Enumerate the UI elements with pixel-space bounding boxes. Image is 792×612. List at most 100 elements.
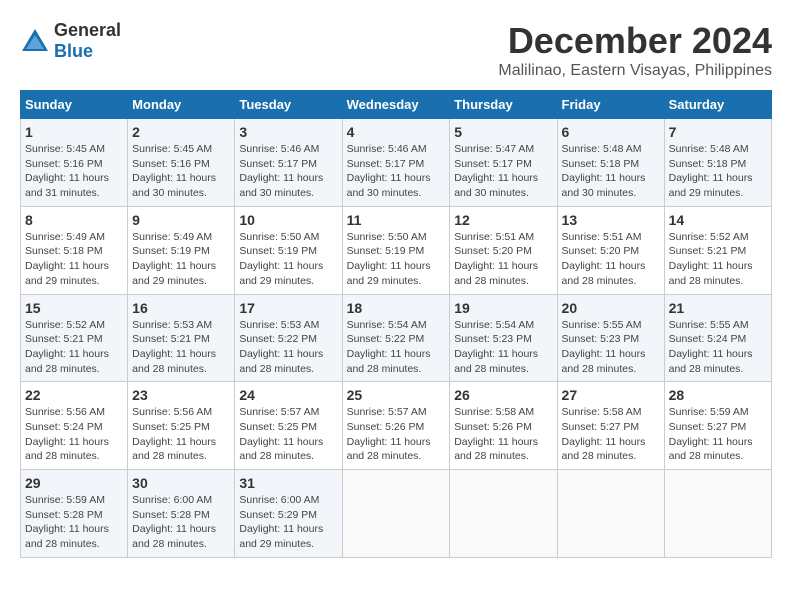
- calendar-cell: 13 Sunrise: 5:51 AMSunset: 5:20 PMDaylig…: [557, 206, 664, 294]
- calendar-cell: 12 Sunrise: 5:51 AMSunset: 5:20 PMDaylig…: [450, 206, 557, 294]
- calendar-cell: 31 Sunrise: 6:00 AMSunset: 5:29 PMDaylig…: [235, 470, 342, 558]
- day-info: Sunrise: 5:56 AMSunset: 5:24 PMDaylight:…: [25, 406, 109, 462]
- logo-blue: Blue: [54, 41, 93, 61]
- calendar-cell: 24 Sunrise: 5:57 AMSunset: 5:25 PMDaylig…: [235, 382, 342, 470]
- day-number: 11: [347, 212, 446, 228]
- calendar-cell: [342, 470, 450, 558]
- calendar-cell: 1 Sunrise: 5:45 AMSunset: 5:16 PMDayligh…: [21, 119, 128, 207]
- day-number: 1: [25, 124, 123, 140]
- header-wednesday: Wednesday: [342, 91, 450, 119]
- header-monday: Monday: [128, 91, 235, 119]
- day-number: 8: [25, 212, 123, 228]
- header-sunday: Sunday: [21, 91, 128, 119]
- day-info: Sunrise: 5:58 AMSunset: 5:27 PMDaylight:…: [562, 406, 646, 462]
- title-area: December 2024 Malilinao, Eastern Visayas…: [498, 20, 772, 80]
- day-info: Sunrise: 5:58 AMSunset: 5:26 PMDaylight:…: [454, 406, 538, 462]
- calendar-cell: 22 Sunrise: 5:56 AMSunset: 5:24 PMDaylig…: [21, 382, 128, 470]
- day-number: 27: [562, 387, 660, 403]
- day-info: Sunrise: 5:56 AMSunset: 5:25 PMDaylight:…: [132, 406, 216, 462]
- day-info: Sunrise: 5:51 AMSunset: 5:20 PMDaylight:…: [454, 231, 538, 287]
- day-info: Sunrise: 5:55 AMSunset: 5:23 PMDaylight:…: [562, 319, 646, 375]
- week-row-1: 1 Sunrise: 5:45 AMSunset: 5:16 PMDayligh…: [21, 119, 772, 207]
- calendar-cell: 5 Sunrise: 5:47 AMSunset: 5:17 PMDayligh…: [450, 119, 557, 207]
- header: General Blue December 2024 Malilinao, Ea…: [20, 20, 772, 80]
- calendar-cell: 26 Sunrise: 5:58 AMSunset: 5:26 PMDaylig…: [450, 382, 557, 470]
- calendar-table: SundayMondayTuesdayWednesdayThursdayFrid…: [20, 90, 772, 558]
- week-row-5: 29 Sunrise: 5:59 AMSunset: 5:28 PMDaylig…: [21, 470, 772, 558]
- calendar-cell: 21 Sunrise: 5:55 AMSunset: 5:24 PMDaylig…: [664, 294, 771, 382]
- day-info: Sunrise: 6:00 AMSunset: 5:29 PMDaylight:…: [239, 494, 323, 550]
- calendar-cell: 2 Sunrise: 5:45 AMSunset: 5:16 PMDayligh…: [128, 119, 235, 207]
- day-info: Sunrise: 5:53 AMSunset: 5:21 PMDaylight:…: [132, 319, 216, 375]
- calendar-cell: [557, 470, 664, 558]
- calendar-cell: 3 Sunrise: 5:46 AMSunset: 5:17 PMDayligh…: [235, 119, 342, 207]
- day-info: Sunrise: 5:51 AMSunset: 5:20 PMDaylight:…: [562, 231, 646, 287]
- week-row-4: 22 Sunrise: 5:56 AMSunset: 5:24 PMDaylig…: [21, 382, 772, 470]
- day-number: 22: [25, 387, 123, 403]
- calendar-cell: 9 Sunrise: 5:49 AMSunset: 5:19 PMDayligh…: [128, 206, 235, 294]
- calendar-cell: 11 Sunrise: 5:50 AMSunset: 5:19 PMDaylig…: [342, 206, 450, 294]
- day-number: 15: [25, 300, 123, 316]
- day-info: Sunrise: 5:49 AMSunset: 5:19 PMDaylight:…: [132, 231, 216, 287]
- week-row-2: 8 Sunrise: 5:49 AMSunset: 5:18 PMDayligh…: [21, 206, 772, 294]
- day-info: Sunrise: 5:46 AMSunset: 5:17 PMDaylight:…: [347, 143, 431, 199]
- day-info: Sunrise: 5:47 AMSunset: 5:17 PMDaylight:…: [454, 143, 538, 199]
- calendar-cell: 16 Sunrise: 5:53 AMSunset: 5:21 PMDaylig…: [128, 294, 235, 382]
- day-info: Sunrise: 5:57 AMSunset: 5:26 PMDaylight:…: [347, 406, 431, 462]
- logo-general: General: [54, 20, 121, 40]
- day-info: Sunrise: 5:53 AMSunset: 5:22 PMDaylight:…: [239, 319, 323, 375]
- day-number: 14: [669, 212, 767, 228]
- calendar-cell: 20 Sunrise: 5:55 AMSunset: 5:23 PMDaylig…: [557, 294, 664, 382]
- calendar-cell: 18 Sunrise: 5:54 AMSunset: 5:22 PMDaylig…: [342, 294, 450, 382]
- header-row: SundayMondayTuesdayWednesdayThursdayFrid…: [21, 91, 772, 119]
- calendar-cell: 8 Sunrise: 5:49 AMSunset: 5:18 PMDayligh…: [21, 206, 128, 294]
- day-number: 17: [239, 300, 337, 316]
- calendar-cell: 27 Sunrise: 5:58 AMSunset: 5:27 PMDaylig…: [557, 382, 664, 470]
- day-info: Sunrise: 5:59 AMSunset: 5:28 PMDaylight:…: [25, 494, 109, 550]
- day-number: 3: [239, 124, 337, 140]
- calendar-cell: 6 Sunrise: 5:48 AMSunset: 5:18 PMDayligh…: [557, 119, 664, 207]
- day-number: 13: [562, 212, 660, 228]
- day-number: 19: [454, 300, 552, 316]
- month-title: December 2024: [498, 20, 772, 62]
- day-number: 4: [347, 124, 446, 140]
- location-title: Malilinao, Eastern Visayas, Philippines: [498, 62, 772, 80]
- calendar-cell: 7 Sunrise: 5:48 AMSunset: 5:18 PMDayligh…: [664, 119, 771, 207]
- day-number: 31: [239, 475, 337, 491]
- calendar-cell: 28 Sunrise: 5:59 AMSunset: 5:27 PMDaylig…: [664, 382, 771, 470]
- day-info: Sunrise: 5:55 AMSunset: 5:24 PMDaylight:…: [669, 319, 753, 375]
- calendar-cell: [450, 470, 557, 558]
- header-friday: Friday: [557, 91, 664, 119]
- day-number: 10: [239, 212, 337, 228]
- week-row-3: 15 Sunrise: 5:52 AMSunset: 5:21 PMDaylig…: [21, 294, 772, 382]
- calendar-cell: 15 Sunrise: 5:52 AMSunset: 5:21 PMDaylig…: [21, 294, 128, 382]
- calendar-cell: 25 Sunrise: 5:57 AMSunset: 5:26 PMDaylig…: [342, 382, 450, 470]
- day-info: Sunrise: 5:52 AMSunset: 5:21 PMDaylight:…: [669, 231, 753, 287]
- day-number: 28: [669, 387, 767, 403]
- day-info: Sunrise: 6:00 AMSunset: 5:28 PMDaylight:…: [132, 494, 216, 550]
- day-number: 24: [239, 387, 337, 403]
- day-info: Sunrise: 5:45 AMSunset: 5:16 PMDaylight:…: [25, 143, 109, 199]
- day-number: 18: [347, 300, 446, 316]
- day-number: 9: [132, 212, 230, 228]
- header-saturday: Saturday: [664, 91, 771, 119]
- day-number: 23: [132, 387, 230, 403]
- day-number: 2: [132, 124, 230, 140]
- day-number: 29: [25, 475, 123, 491]
- day-info: Sunrise: 5:48 AMSunset: 5:18 PMDaylight:…: [562, 143, 646, 199]
- day-info: Sunrise: 5:59 AMSunset: 5:27 PMDaylight:…: [669, 406, 753, 462]
- day-info: Sunrise: 5:54 AMSunset: 5:23 PMDaylight:…: [454, 319, 538, 375]
- calendar-cell: 4 Sunrise: 5:46 AMSunset: 5:17 PMDayligh…: [342, 119, 450, 207]
- day-info: Sunrise: 5:50 AMSunset: 5:19 PMDaylight:…: [239, 231, 323, 287]
- logo-icon: [20, 27, 50, 55]
- day-info: Sunrise: 5:57 AMSunset: 5:25 PMDaylight:…: [239, 406, 323, 462]
- day-number: 6: [562, 124, 660, 140]
- day-info: Sunrise: 5:49 AMSunset: 5:18 PMDaylight:…: [25, 231, 109, 287]
- day-info: Sunrise: 5:45 AMSunset: 5:16 PMDaylight:…: [132, 143, 216, 199]
- day-info: Sunrise: 5:52 AMSunset: 5:21 PMDaylight:…: [25, 319, 109, 375]
- calendar-cell: 17 Sunrise: 5:53 AMSunset: 5:22 PMDaylig…: [235, 294, 342, 382]
- day-number: 30: [132, 475, 230, 491]
- day-info: Sunrise: 5:48 AMSunset: 5:18 PMDaylight:…: [669, 143, 753, 199]
- calendar-cell: 19 Sunrise: 5:54 AMSunset: 5:23 PMDaylig…: [450, 294, 557, 382]
- day-number: 16: [132, 300, 230, 316]
